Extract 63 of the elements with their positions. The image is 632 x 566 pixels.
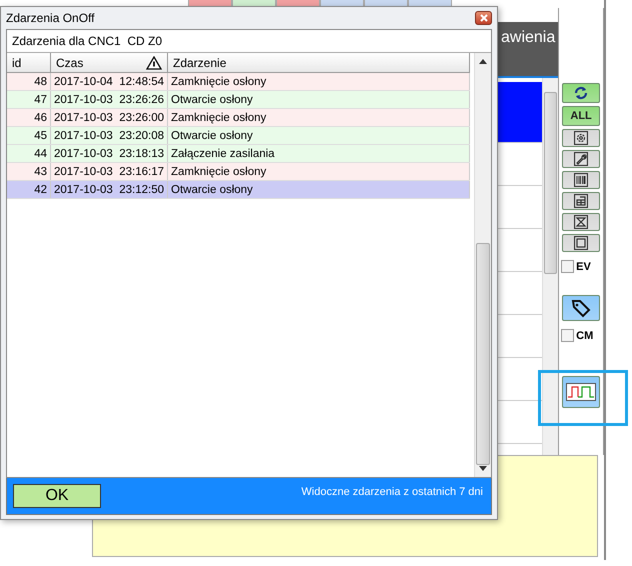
column-header[interactable]: id — [12, 56, 22, 70]
barcode-button[interactable] — [562, 171, 600, 189]
hourglass-button[interactable] — [562, 213, 600, 231]
table-cell: Załączenie zasilania — [168, 145, 470, 162]
table-cell: Zamknięcie osłony — [168, 163, 470, 180]
table-cell: 2017-10-03 23:12:50 — [51, 181, 168, 198]
column-header[interactable]: Czas — [56, 56, 84, 70]
event-row[interactable]: 42 2017-10-03 23:12:50 Otwarcie osłony — [7, 181, 470, 199]
table-icon — [574, 194, 588, 208]
hourglass-icon — [574, 215, 588, 229]
checkbox-option[interactable]: EV — [561, 260, 591, 273]
tag-icon — [571, 298, 592, 318]
tag-button[interactable] — [562, 295, 600, 321]
table-cell: 2017-10-03 23:26:26 — [51, 91, 168, 108]
scrollbar[interactable] — [542, 78, 558, 455]
table-cell: 42 — [7, 181, 51, 198]
table-button[interactable] — [562, 192, 600, 210]
wrench-button[interactable] — [562, 150, 600, 168]
chart-button[interactable] — [562, 376, 600, 408]
table-cell: 2017-10-04 12:48:54 — [51, 73, 168, 90]
table-cell: Otwarcie osłony — [168, 181, 470, 198]
table-cell: Otwarcie osłony — [168, 127, 470, 144]
square-button[interactable] — [562, 234, 600, 252]
gear-icon — [574, 131, 588, 145]
close-button[interactable] — [475, 11, 492, 25]
barcode-icon — [574, 173, 588, 187]
event-row[interactable]: 45 2017-10-03 23:20:08 Otwarcie osłony — [7, 127, 470, 145]
refresh-icon — [573, 85, 590, 101]
wrench-icon — [574, 152, 588, 166]
info-warning-icon — [146, 56, 162, 70]
table-cell: 2017-10-03 23:16:17 — [51, 163, 168, 180]
footer-note: Widoczne zdarzenia z ostatnich 7 dni — [301, 486, 483, 498]
table-cell: 2017-10-03 23:18:13 — [51, 145, 168, 162]
table-cell: 43 — [7, 163, 51, 180]
event-row[interactable]: 47 2017-10-03 23:26:26 Otwarcie osłony — [7, 91, 470, 109]
refresh-button[interactable] — [562, 83, 600, 103]
signal-chart-icon — [566, 383, 596, 401]
table-cell: Zamknięcie osłony — [168, 109, 470, 126]
table-cell: 2017-10-03 23:26:00 — [51, 109, 168, 126]
ok-button[interactable]: OK — [13, 484, 101, 508]
scrollbar[interactable] — [474, 53, 491, 477]
event-row[interactable]: 43 2017-10-03 23:16:17 Zamknięcie osłony — [7, 163, 470, 181]
table-cell: 44 — [7, 145, 51, 162]
table-cell: 2017-10-03 23:20:08 — [51, 127, 168, 144]
table-cell: 45 — [7, 127, 51, 144]
gear-button[interactable] — [562, 129, 600, 147]
checkbox-option[interactable]: CM — [561, 329, 594, 342]
window-title: Zdarzenia OnOff — [6, 11, 94, 25]
column-header[interactable]: Zdarzenie — [173, 56, 226, 70]
event-row[interactable]: 46 2017-10-03 23:26:00 Zamknięcie osłony — [7, 109, 470, 127]
square-icon — [574, 236, 588, 250]
dialog-subtitle: Zdarzenia dla CNC1 CD Z0 — [12, 34, 162, 48]
header-title: awienia — [501, 29, 556, 48]
all-button[interactable]: ALL — [562, 106, 600, 126]
close-icon — [480, 14, 488, 22]
scroll-up-icon[interactable] — [479, 59, 487, 64]
event-row[interactable]: 48 2017-10-04 12:48:54 Zamknięcie osłony — [7, 73, 470, 91]
table-cell: 46 — [7, 109, 51, 126]
table-cell: Otwarcie osłony — [168, 91, 470, 108]
table-cell: 47 — [7, 91, 51, 108]
table-cell: Zamknięcie osłony — [168, 73, 470, 90]
event-row[interactable]: 44 2017-10-03 23:18:13 Załączenie zasilania — [7, 145, 470, 163]
table-cell: 48 — [7, 73, 51, 90]
